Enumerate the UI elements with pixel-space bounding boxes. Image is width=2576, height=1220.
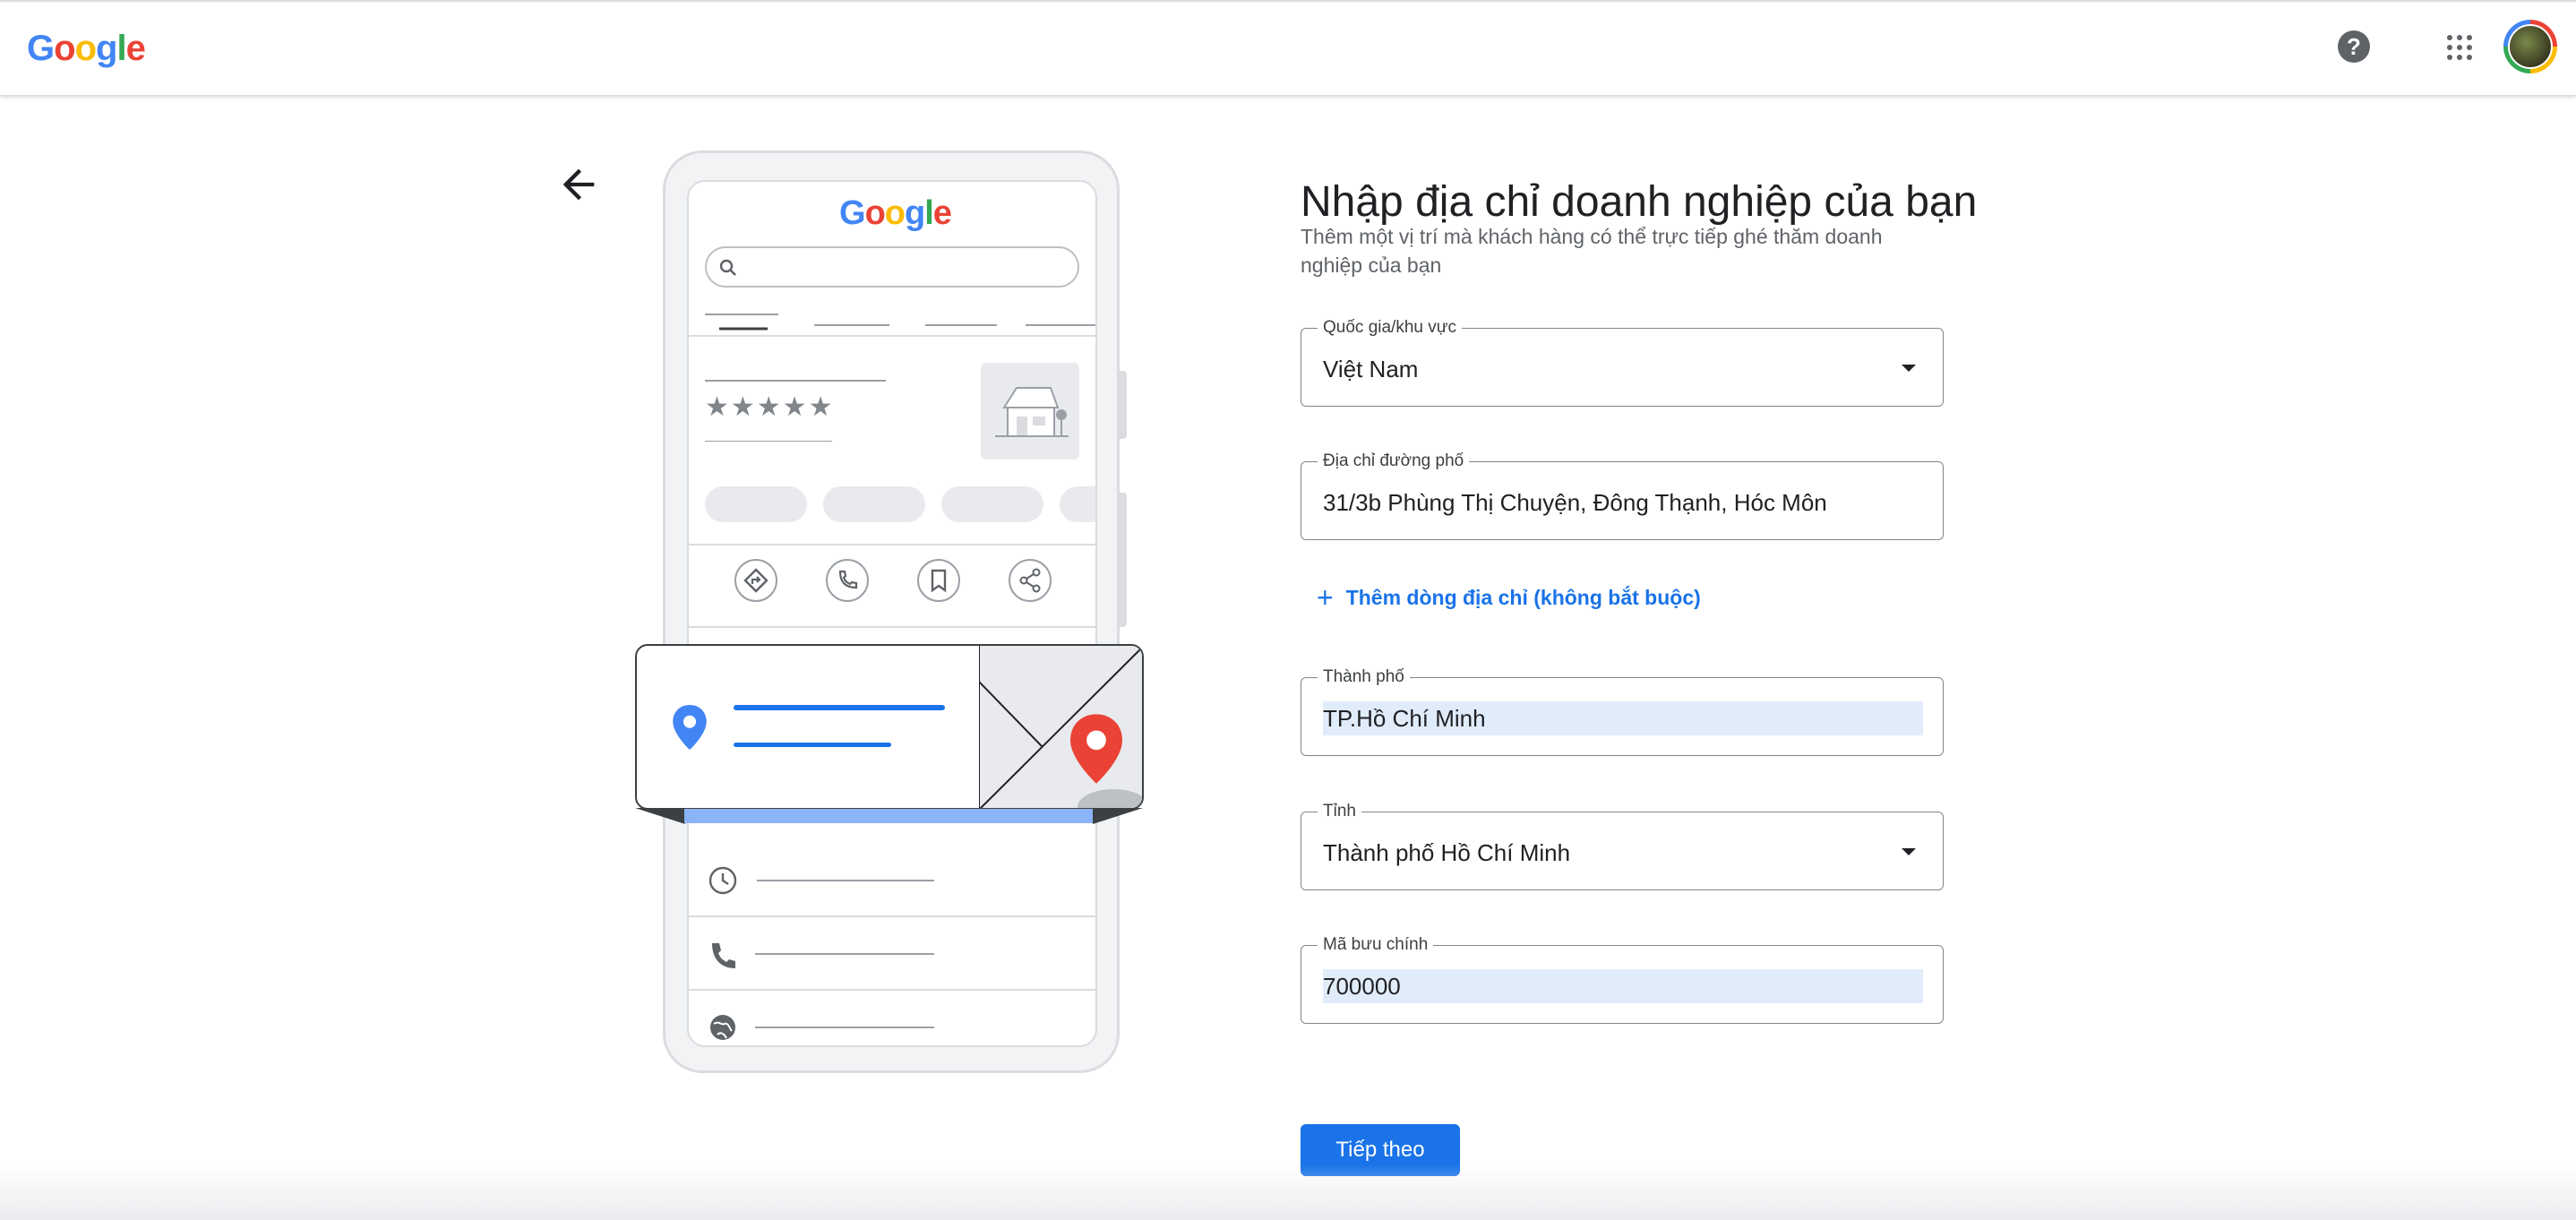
address-line-placeholder <box>734 743 891 747</box>
illustration-tabs <box>689 314 1095 337</box>
province-value: Thành phố Hồ Chí Minh <box>1323 839 1571 866</box>
city-label: Thành phố <box>1318 666 1410 688</box>
chip-placeholder <box>1060 486 1095 522</box>
add-address-line-label: Thêm dòng địa chỉ (không bắt buộc) <box>1345 586 1701 609</box>
divider <box>689 544 1095 546</box>
divider <box>689 626 1095 628</box>
location-pin-icon <box>673 705 707 750</box>
bottom-shadow <box>0 1164 2576 1220</box>
help-icon[interactable]: ? <box>2338 30 2370 63</box>
chip-placeholder <box>705 486 807 522</box>
avatar-image <box>2508 24 2553 69</box>
phone-side-button <box>1120 493 1127 627</box>
page-subtitle: Thêm một vị trí mà khách hàng có thể trự… <box>1301 225 1883 277</box>
bookmark-icon <box>917 559 960 602</box>
postal-code-label: Mã bưu chính <box>1318 934 1434 956</box>
star-rating-icon: ★★★★★ <box>705 392 835 422</box>
street-address-value[interactable]: 31/3b Phùng Thị Chuyện, Đông Thạnh, Hóc … <box>1323 487 1827 518</box>
province-select[interactable]: Tỉnh Thành phố Hồ Chí Minh <box>1301 801 1944 890</box>
card-blue-strip <box>684 809 1093 823</box>
phone-icon <box>826 559 869 602</box>
google-logo[interactable]: Google <box>27 29 146 69</box>
province-label: Tỉnh <box>1318 801 1361 822</box>
share-icon <box>1009 559 1052 602</box>
add-address-line-button[interactable]: + Thêm dòng địa chỉ (không bắt buộc) <box>1317 582 1701 613</box>
phone-illustration: Google ★★★★★ <box>663 150 1120 1073</box>
country-value: Việt Nam <box>1323 356 1419 382</box>
account-avatar[interactable] <box>2503 20 2557 73</box>
phone-side-button <box>1120 371 1127 439</box>
store-icon <box>995 387 1069 437</box>
phone-screen: Google ★★★★★ <box>687 180 1097 1047</box>
illustration-search-bar <box>705 246 1079 288</box>
city-field[interactable]: Thành phố TP.Hồ Chí Minh <box>1301 666 1944 756</box>
address-line-placeholder <box>734 705 945 710</box>
country-label: Quốc gia/khu vực <box>1318 317 1462 339</box>
illustration-google-logo: Google <box>839 194 952 232</box>
chip-placeholder <box>941 486 1043 522</box>
store-thumbnail <box>981 363 1079 460</box>
country-select[interactable]: Quốc gia/khu vực Việt Nam <box>1301 317 1944 407</box>
dropdown-arrow-icon <box>1902 365 1916 372</box>
city-value[interactable]: TP.Hồ Chí Minh <box>1323 703 1486 734</box>
plus-icon: + <box>1317 581 1334 614</box>
chip-placeholder <box>823 486 925 522</box>
location-card <box>635 644 1144 810</box>
arrow-back-icon[interactable] <box>555 161 602 208</box>
page-title: Nhập địa chỉ doanh nghiệp của bạn <box>1301 178 1978 227</box>
search-icon <box>719 259 736 276</box>
red-map-pin-icon <box>1070 714 1122 784</box>
text-selection-highlight <box>1323 969 1923 1003</box>
top-app-bar: Google ? <box>0 0 2576 95</box>
street-address-field[interactable]: Địa chỉ đường phố 31/3b Phùng Thị Chuyện… <box>1301 451 1944 540</box>
street-address-label: Địa chỉ đường phố <box>1318 451 1470 472</box>
card-fold-right <box>1093 808 1143 824</box>
directions-icon <box>734 559 777 602</box>
postal-code-field[interactable]: Mã bưu chính 700000 <box>1301 934 1944 1024</box>
apps-grid-icon[interactable] <box>2447 35 2472 60</box>
dropdown-arrow-icon <box>1902 848 1916 855</box>
postal-code-value[interactable]: 700000 <box>1323 971 1401 1001</box>
info-list <box>689 866 1095 1040</box>
card-fold-left <box>635 808 685 824</box>
